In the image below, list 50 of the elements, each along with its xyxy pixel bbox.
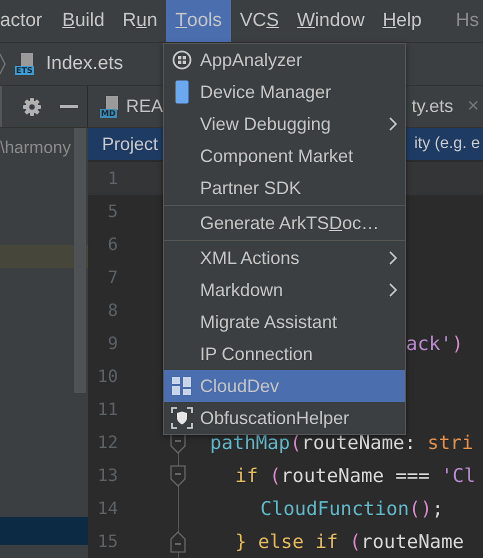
code-line: if (routeName === 'Cl	[234, 464, 476, 486]
minimize-icon[interactable]	[60, 104, 78, 108]
menu-item[interactable]: Migrate Assistant	[164, 306, 405, 338]
menu-bar-item[interactable]: Help	[374, 0, 431, 42]
menu-item[interactable]: Component Market	[164, 140, 405, 172]
settings-icon[interactable]	[22, 96, 42, 116]
menu-item[interactable]: XML Actions	[164, 242, 405, 274]
shield-icon	[171, 407, 193, 429]
line-number: 6	[106, 234, 118, 254]
code-line: } else if (routeName	[234, 530, 464, 552]
menu-item[interactable]: Device Manager	[164, 76, 405, 108]
line-number: 8	[106, 300, 118, 320]
dashboard-icon	[172, 377, 192, 395]
menu-bar-item[interactable]: Run	[114, 0, 166, 42]
menu-item[interactable]: Markdown	[164, 274, 405, 306]
menu-item[interactable]: ObfuscationHelper	[164, 402, 405, 434]
banner-title: Project	[102, 134, 158, 154]
line-number: 5	[106, 202, 118, 222]
banner-text: ity (e.g. e	[414, 135, 480, 153]
line-number: 13	[96, 466, 118, 486]
menu-bar-item[interactable]: Build	[53, 0, 114, 42]
menu-bar-item[interactable]: Window	[288, 0, 374, 42]
menu-item[interactable]: Generate ArkTSDoc…	[164, 207, 405, 239]
editor-tab[interactable]: REA	[126, 96, 164, 117]
menu-bar-item[interactable]: actor	[0, 0, 54, 42]
scrollbar-thumb[interactable]	[74, 128, 86, 393]
line-number: 15	[96, 532, 118, 552]
code-line: pathMap(routeName: stri	[210, 432, 474, 454]
code-line: ack')	[406, 332, 464, 354]
breadcrumb-item[interactable]: Index.ets	[46, 53, 124, 75]
menu-item[interactable]: Partner SDK	[164, 172, 405, 204]
menu-item[interactable]: IP Connection	[164, 338, 405, 370]
menu-item[interactable]: AppAnalyzer	[164, 44, 405, 76]
line-number: 7	[106, 268, 118, 288]
menu-item[interactable]: View Debugging	[164, 108, 405, 140]
menu-bar-text: Hs	[456, 9, 480, 33]
fold-icon[interactable]	[170, 464, 186, 486]
line-number: 12	[96, 432, 118, 452]
line-number: 9	[106, 334, 118, 354]
chevron-icon	[0, 53, 6, 75]
phone-icon	[175, 80, 189, 104]
menu-bar-item[interactable]: VCS	[230, 0, 288, 42]
line-number: 11	[96, 400, 118, 420]
editor-tab[interactable]: ty.ets	[412, 96, 454, 117]
line-number: 10	[96, 366, 118, 386]
project-path: \harmony	[0, 137, 72, 159]
grid-circle-icon	[171, 49, 193, 71]
fold-icon[interactable]	[170, 530, 186, 552]
line-number: 14	[96, 498, 118, 518]
code-line: CloudFunction();	[259, 498, 444, 520]
